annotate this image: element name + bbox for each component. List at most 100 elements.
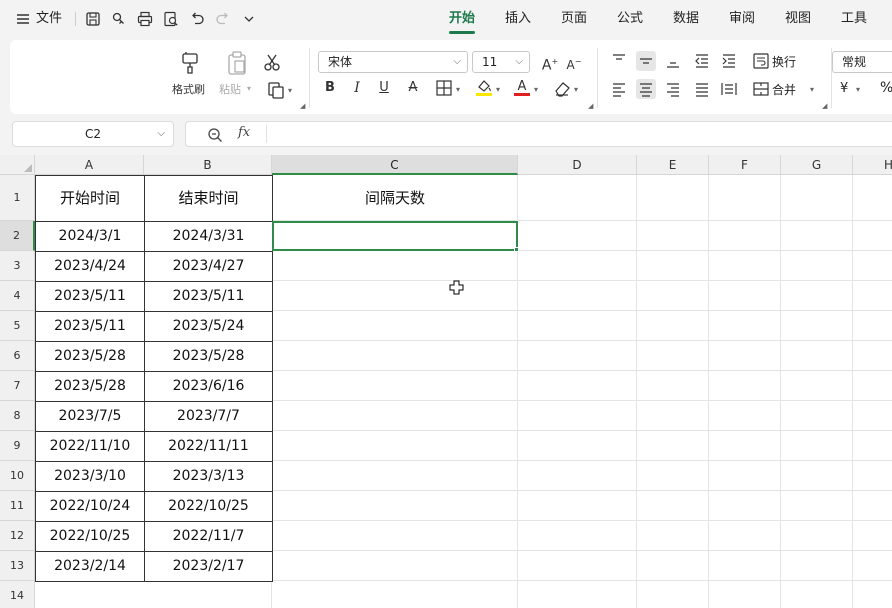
tab-view[interactable]: 视图 xyxy=(783,0,813,38)
cell-start-date[interactable]: 2023/5/28 xyxy=(36,372,145,402)
tab-tools[interactable]: 工具 xyxy=(839,0,869,38)
clipboard-launcher-icon[interactable]: ◢ xyxy=(300,102,305,110)
select-all-corner[interactable] xyxy=(0,155,35,175)
underline-icon[interactable]: U xyxy=(374,78,394,98)
row-header-2[interactable]: 2 xyxy=(0,221,35,251)
undo-icon[interactable] xyxy=(188,10,206,28)
merge-dropdown-icon[interactable]: ▾ xyxy=(810,85,814,94)
fill-color-icon[interactable] xyxy=(474,77,494,97)
cell-start-date[interactable]: 2022/10/25 xyxy=(36,522,145,552)
tab-formula[interactable]: 公式 xyxy=(615,0,645,38)
cell-start-date[interactable]: 2022/11/10 xyxy=(36,432,145,462)
italic-icon[interactable]: I xyxy=(347,78,367,98)
cell-start-date[interactable]: 2023/2/14 xyxy=(36,552,145,582)
menu-icon[interactable] xyxy=(14,10,32,28)
print-preview-icon[interactable] xyxy=(162,10,180,28)
paste-label[interactable]: 粘贴 xyxy=(219,81,241,97)
row-header-11[interactable]: 11 xyxy=(0,491,35,521)
fill-handle[interactable] xyxy=(514,247,519,252)
number-format-select[interactable]: 常规 xyxy=(832,51,892,73)
fill-color-dropdown-icon[interactable]: ▾ xyxy=(496,85,500,94)
cell-end-date[interactable]: 2023/6/16 xyxy=(145,372,273,402)
print-icon[interactable] xyxy=(136,10,154,28)
column-header-a[interactable]: A xyxy=(35,155,144,175)
format-painter-label[interactable]: 格式刷 xyxy=(172,81,205,97)
formula-bar[interactable]: fx xyxy=(185,121,892,147)
spreadsheet-grid[interactable]: A B C D E F G H 1 2 3 4 5 6 7 8 9 10 11 … xyxy=(0,155,892,608)
percent-icon[interactable]: % xyxy=(880,80,892,96)
cell-start-date[interactable]: 2023/5/28 xyxy=(36,342,145,372)
strikethrough-icon[interactable]: A xyxy=(403,78,423,98)
row-header-7[interactable]: 7 xyxy=(0,371,35,401)
function-icon[interactable]: fx xyxy=(238,125,250,140)
cell-end-date[interactable]: 2022/11/7 xyxy=(145,522,273,552)
font-color-icon[interactable]: A xyxy=(512,77,532,97)
header-cell-interval-days[interactable]: 间隔天数 xyxy=(272,175,518,221)
wrap-text-icon[interactable] xyxy=(751,51,771,71)
paste-icon[interactable] xyxy=(225,50,249,76)
cell-start-date[interactable]: 2024/3/1 xyxy=(36,222,145,252)
paste-dropdown-icon[interactable]: ▾ xyxy=(247,84,251,93)
cell-end-date[interactable]: 2023/5/11 xyxy=(145,282,273,312)
column-header-f[interactable]: F xyxy=(709,155,781,175)
row-header-10[interactable]: 10 xyxy=(0,461,35,491)
row-header-3[interactable]: 3 xyxy=(0,251,35,281)
column-header-b[interactable]: B xyxy=(144,155,272,175)
tab-data[interactable]: 数据 xyxy=(671,0,701,38)
cell-start-date[interactable]: 2023/7/5 xyxy=(36,402,145,432)
increase-indent-icon[interactable] xyxy=(719,51,739,71)
cell-start-date[interactable]: 2023/5/11 xyxy=(36,282,145,312)
zoom-icon[interactable] xyxy=(206,126,224,144)
currency-icon[interactable]: ¥ xyxy=(840,81,848,96)
cell-start-date[interactable]: 2023/3/10 xyxy=(36,462,145,492)
cell-end-date[interactable]: 2023/3/13 xyxy=(145,462,273,492)
tab-home[interactable]: 开始 xyxy=(447,0,477,38)
decrease-indent-icon[interactable] xyxy=(692,51,712,71)
cell-end-date[interactable]: 2022/11/11 xyxy=(145,432,273,462)
redo-icon[interactable] xyxy=(214,10,232,28)
decrease-font-icon[interactable]: A− xyxy=(564,52,584,72)
cell-start-date[interactable]: 2022/10/24 xyxy=(36,492,145,522)
tab-page[interactable]: 页面 xyxy=(559,0,589,38)
align-bottom-icon[interactable] xyxy=(663,51,683,71)
tab-insert[interactable]: 插入 xyxy=(503,0,533,38)
merge-cells-label[interactable]: 合并 xyxy=(772,81,796,98)
cut-icon[interactable] xyxy=(262,52,282,72)
cell-end-date[interactable]: 2022/10/25 xyxy=(145,492,273,522)
header-cell-start-time[interactable]: 开始时间 xyxy=(36,176,145,222)
column-header-g[interactable]: G xyxy=(781,155,853,175)
row-header-13[interactable]: 13 xyxy=(0,551,35,581)
bold-icon[interactable]: B xyxy=(320,78,340,98)
row-header-1[interactable]: 1 xyxy=(0,175,35,221)
cell-end-date[interactable]: 2023/5/24 xyxy=(145,312,273,342)
eraser-icon[interactable] xyxy=(552,78,572,98)
chevron-down-icon[interactable] xyxy=(240,10,258,28)
cell-end-date[interactable]: 2024/3/31 xyxy=(145,222,273,252)
cell-start-date[interactable]: 2023/5/11 xyxy=(36,312,145,342)
active-cell-c2[interactable] xyxy=(272,221,518,251)
column-header-c[interactable]: C xyxy=(272,155,518,175)
row-header-5[interactable]: 5 xyxy=(0,311,35,341)
row-header-6[interactable]: 6 xyxy=(0,341,35,371)
tab-review[interactable]: 审阅 xyxy=(727,0,757,38)
font-launcher-icon[interactable]: ◢ xyxy=(588,102,593,110)
column-header-h[interactable]: H xyxy=(853,155,892,175)
wrap-text-label[interactable]: 换行 xyxy=(772,53,796,70)
cell-start-date[interactable]: 2023/4/24 xyxy=(36,252,145,282)
font-size-select[interactable]: 11 ⌵ xyxy=(472,51,530,73)
cell-end-date[interactable]: 2023/7/7 xyxy=(145,402,273,432)
row-header-12[interactable]: 12 xyxy=(0,521,35,551)
copy-icon[interactable] xyxy=(266,80,286,100)
row-header-14[interactable]: 14 xyxy=(0,581,35,608)
save-icon[interactable] xyxy=(84,10,102,28)
merge-cells-icon[interactable] xyxy=(751,79,771,99)
row-header-9[interactable]: 9 xyxy=(0,431,35,461)
cell-end-date[interactable]: 2023/5/28 xyxy=(145,342,273,372)
align-top-icon[interactable] xyxy=(609,51,629,71)
row-header-8[interactable]: 8 xyxy=(0,401,35,431)
align-center-icon[interactable] xyxy=(636,79,656,99)
distributed-align-icon[interactable] xyxy=(719,79,739,99)
cell-end-date[interactable]: 2023/2/17 xyxy=(145,552,273,582)
header-cell-end-time[interactable]: 结束时间 xyxy=(145,176,273,222)
name-box[interactable]: C2 ⌵ xyxy=(12,121,174,147)
